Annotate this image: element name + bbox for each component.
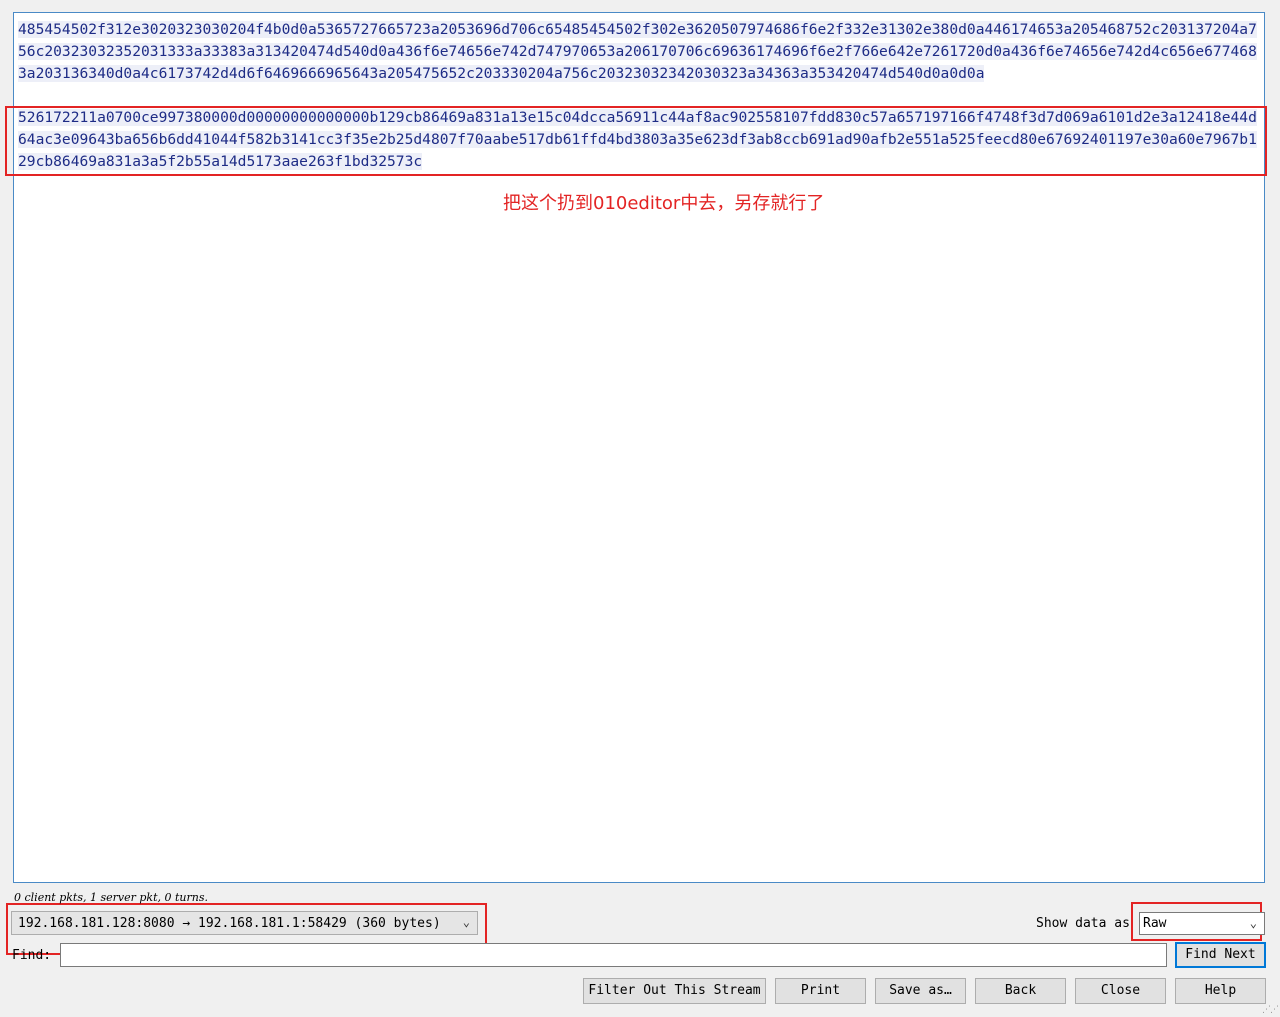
format-dropdown[interactable]: Raw ⌄ (1139, 912, 1265, 935)
find-next-button[interactable]: Find Next (1175, 942, 1266, 968)
chevron-down-icon: ⌄ (462, 915, 470, 929)
filter-out-stream-button[interactable]: Filter Out This Stream (583, 978, 766, 1004)
print-button[interactable]: Print (775, 978, 866, 1004)
resize-grip-icon[interactable]: ⋰⋰ (1262, 1005, 1279, 1015)
stream-selector-value: 192.168.181.128:8080 → 192.168.181.1:584… (18, 916, 441, 931)
client-hex-data: 485454502f312e3020323030204f4b0d0a536572… (18, 19, 1260, 85)
show-data-label: Show data as (1036, 916, 1130, 931)
find-input[interactable] (60, 943, 1167, 967)
server-hex-text: 526172211a0700ce997380000d00000000000000… (18, 109, 1257, 170)
format-value: Raw (1143, 916, 1167, 931)
annotation-note: 把这个扔到010editor中去，另存就行了 (503, 193, 825, 214)
find-label: Find: (12, 948, 52, 963)
back-button[interactable]: Back (975, 978, 1066, 1004)
server-hex-data: 526172211a0700ce997380000d00000000000000… (18, 107, 1260, 173)
chevron-down-icon: ⌄ (1249, 916, 1257, 930)
client-hex-text: 485454502f312e3020323030204f4b0d0a536572… (18, 21, 1257, 82)
stream-content-pane[interactable]: 485454502f312e3020323030204f4b0d0a536572… (13, 12, 1265, 883)
stream-stats: 0 client pkts, 1 server pkt, 0 turns. (14, 891, 208, 904)
save-as-button[interactable]: Save as… (875, 978, 966, 1004)
close-button[interactable]: Close (1075, 978, 1166, 1004)
stream-selector-dropdown[interactable]: 192.168.181.128:8080 → 192.168.181.1:584… (11, 911, 478, 935)
help-button[interactable]: Help (1175, 978, 1266, 1004)
